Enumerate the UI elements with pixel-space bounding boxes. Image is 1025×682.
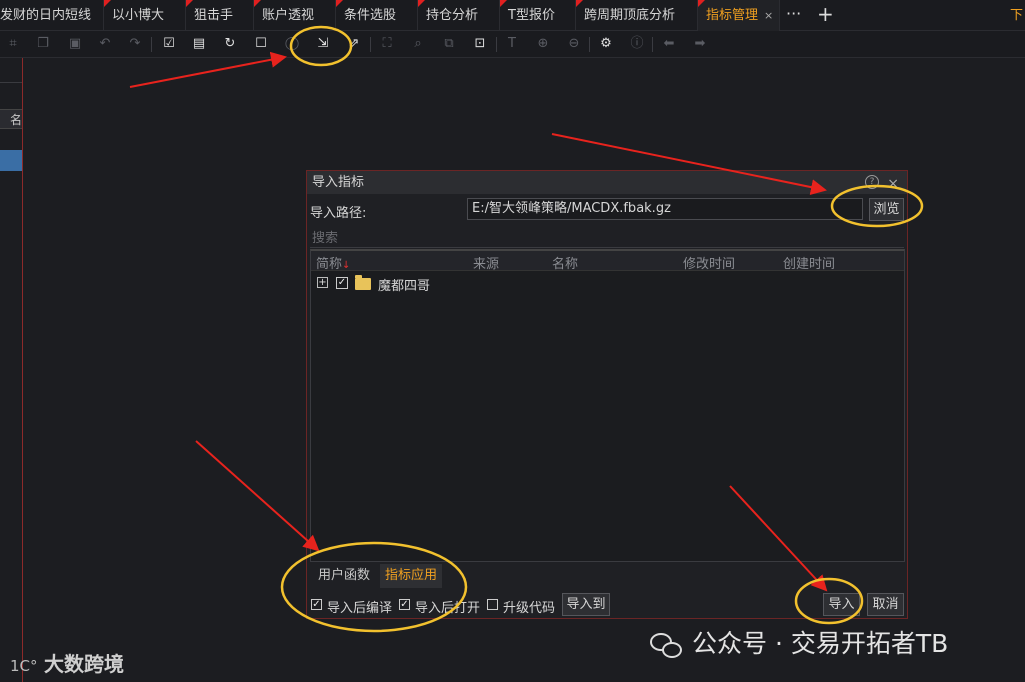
import-to-button[interactable]: 导入到 [562,593,610,616]
tab-account-view[interactable]: 账户透视 [254,0,336,31]
tree-header: 简称↓ 来源 名称 修改时间 创建时间 [311,251,904,272]
column-header-created[interactable]: 创建时间 [783,253,835,272]
import-icon[interactable]: ⇲ [314,35,332,53]
tab-label: 指标管理 [706,8,759,23]
tab-label: T型报价 [508,8,555,23]
toolbar: ⌗ ❐ ▣ ↶ ↷ ☑ ▤ ↻ ☐ ◯ ⇲ ⇗ ⛶ ⌕ ⧉ ⊡ T ⊕ ⊖ ⚙ … [0,31,1025,58]
toolbar-separator [652,37,653,52]
brand-text: 大数跨境 [44,652,124,676]
tab-label: 跨周期顶底分析 [584,8,676,23]
save-check-icon[interactable]: ▤ [190,35,208,53]
tab-label: 持仓分析 [426,8,479,23]
refresh-check-icon[interactable]: ↻ [221,35,239,53]
column-header-source[interactable]: 来源 [473,253,499,272]
brand-logo: 1C° [10,657,38,675]
redo-icon[interactable]: ↷ [126,35,144,53]
left-panel-selected-row[interactable] [0,150,22,171]
zoom-in-icon[interactable]: ⊕ [534,35,552,53]
sort-arrow-icon: ↓ [342,260,351,271]
fit-icon[interactable]: ⛶ [378,35,396,53]
compare-icon[interactable]: ⧉ [440,35,458,53]
upgrade-code-checkbox[interactable] [487,599,498,610]
info-icon[interactable]: ⓘ [628,35,646,53]
tab-position-analysis[interactable]: 持仓分析 [418,0,500,31]
toolbar-separator [370,37,371,52]
compile-after-import-label: 导入后编译 [327,601,393,616]
expand-icon[interactable]: + [317,277,328,288]
export-icon[interactable]: ⇗ [345,35,363,53]
settings-icon[interactable]: ⚙ [597,35,615,53]
tab-label: 条件选股 [344,8,397,23]
tab-stock-screener[interactable]: 条件选股 [336,0,418,31]
tab-small-for-big[interactable]: 以小博大 [104,0,186,31]
watermark-brand-left: 1C° 大数跨境 [10,648,124,677]
tab-indicator-apps[interactable]: 指标应用 [380,564,443,588]
upgrade-code-label: 升级代码 [503,601,556,616]
tab-indicator-management[interactable]: 指标管理 × [698,0,780,31]
watermark-account-right: 公众号 · 交易开拓者TB [648,624,948,660]
import-button[interactable]: 导入 [823,593,860,616]
tab-label: 账户透视 [262,8,315,23]
left-panel-header: 名称 [0,109,22,129]
undo-icon[interactable]: ↶ [96,35,114,53]
tab-bar: 发财的日内短线 以小博大 狙击手 账户透视 条件选股 持仓分析 T型报价 跨周期… [0,0,1025,31]
tab-sniper[interactable]: 狙击手 [186,0,254,31]
tab-cross-period-analysis[interactable]: 跨周期顶底分析 [576,0,698,31]
zoom-out-icon[interactable]: ⊖ [565,35,583,53]
find-icon[interactable]: ⊡ [471,35,489,53]
dotted-check-icon[interactable]: ☐ [252,35,270,53]
more-tabs-icon[interactable]: ··· [786,0,801,31]
arrow-to-import-icon [129,51,287,88]
text-icon[interactable]: T [503,35,521,53]
tab-overflow-label[interactable]: 下 [1010,0,1023,31]
circle-icon[interactable]: ◯ [283,35,301,53]
arrow-right-icon[interactable]: ➡ [691,35,709,53]
toolbar-separator [589,37,590,52]
tab-close-icon[interactable]: × [764,9,773,22]
browse-button[interactable]: 浏览 [869,198,904,221]
indicator-tree: 简称↓ 来源 名称 修改时间 创建时间 + ✓ 魔都四哥 [310,249,905,562]
check-square-icon[interactable]: ☑ [160,35,178,53]
paste-icon[interactable]: ▣ [66,35,84,53]
search-icon[interactable]: ⌕ [409,35,427,53]
tab-user-functions[interactable]: 用户函数 [313,564,375,588]
tab-intraday-strategy[interactable]: 发财的日内短线 [0,0,104,31]
tab-t-quote[interactable]: T型报价 [500,0,576,31]
toolbar-separator [496,37,497,52]
column-header-label: 简称 [316,257,343,272]
add-tab-icon[interactable]: + [817,0,834,31]
left-panel-divider [0,82,22,83]
column-header-modified[interactable]: 修改时间 [683,253,735,272]
open-after-import-checkbox[interactable]: ✓ [399,599,410,610]
dialog-title: 导入指标 [312,175,365,190]
folder-icon [355,275,371,290]
left-panel-header-label: 名称 [9,113,22,127]
arrow-to-indicator-tab [195,440,320,552]
tab-label: 狙击手 [194,8,234,23]
open-after-import-label: 导入后打开 [415,601,481,616]
column-header-abbr[interactable]: 简称↓ [316,253,350,272]
compile-after-import-checkbox[interactable]: ✓ [311,599,322,610]
left-panel-border [22,58,23,682]
tree-row-label: 魔都四哥 [378,279,431,294]
import-indicator-dialog: 导入指标 ? × 导入路径: E:/智大领峰策略/MACDX.fbak.gz 浏… [306,170,908,619]
cancel-button[interactable]: 取消 [867,593,904,616]
account-text: 公众号 · 交易开拓者TB [692,629,949,658]
arrow-left-icon[interactable]: ⬅ [660,35,678,53]
search-input[interactable]: 搜索 [310,229,904,248]
help-icon[interactable]: ? [865,175,879,189]
close-icon[interactable]: × [887,173,899,196]
copy-icon[interactable]: ❐ [34,35,52,53]
crop-icon[interactable]: ⌗ [4,35,22,53]
dialog-title-bar: 导入指标 ? × [307,171,907,194]
import-path-input[interactable]: E:/智大领峰策略/MACDX.fbak.gz [467,198,863,220]
tab-label: 以小博大 [112,8,165,23]
toolbar-separator [151,37,152,52]
wechat-icon [648,630,686,660]
column-header-name[interactable]: 名称 [552,253,578,272]
tab-label: 发财的日内短线 [0,8,92,23]
row-checkbox[interactable]: ✓ [336,277,348,289]
import-path-label: 导入路径: [310,206,367,221]
